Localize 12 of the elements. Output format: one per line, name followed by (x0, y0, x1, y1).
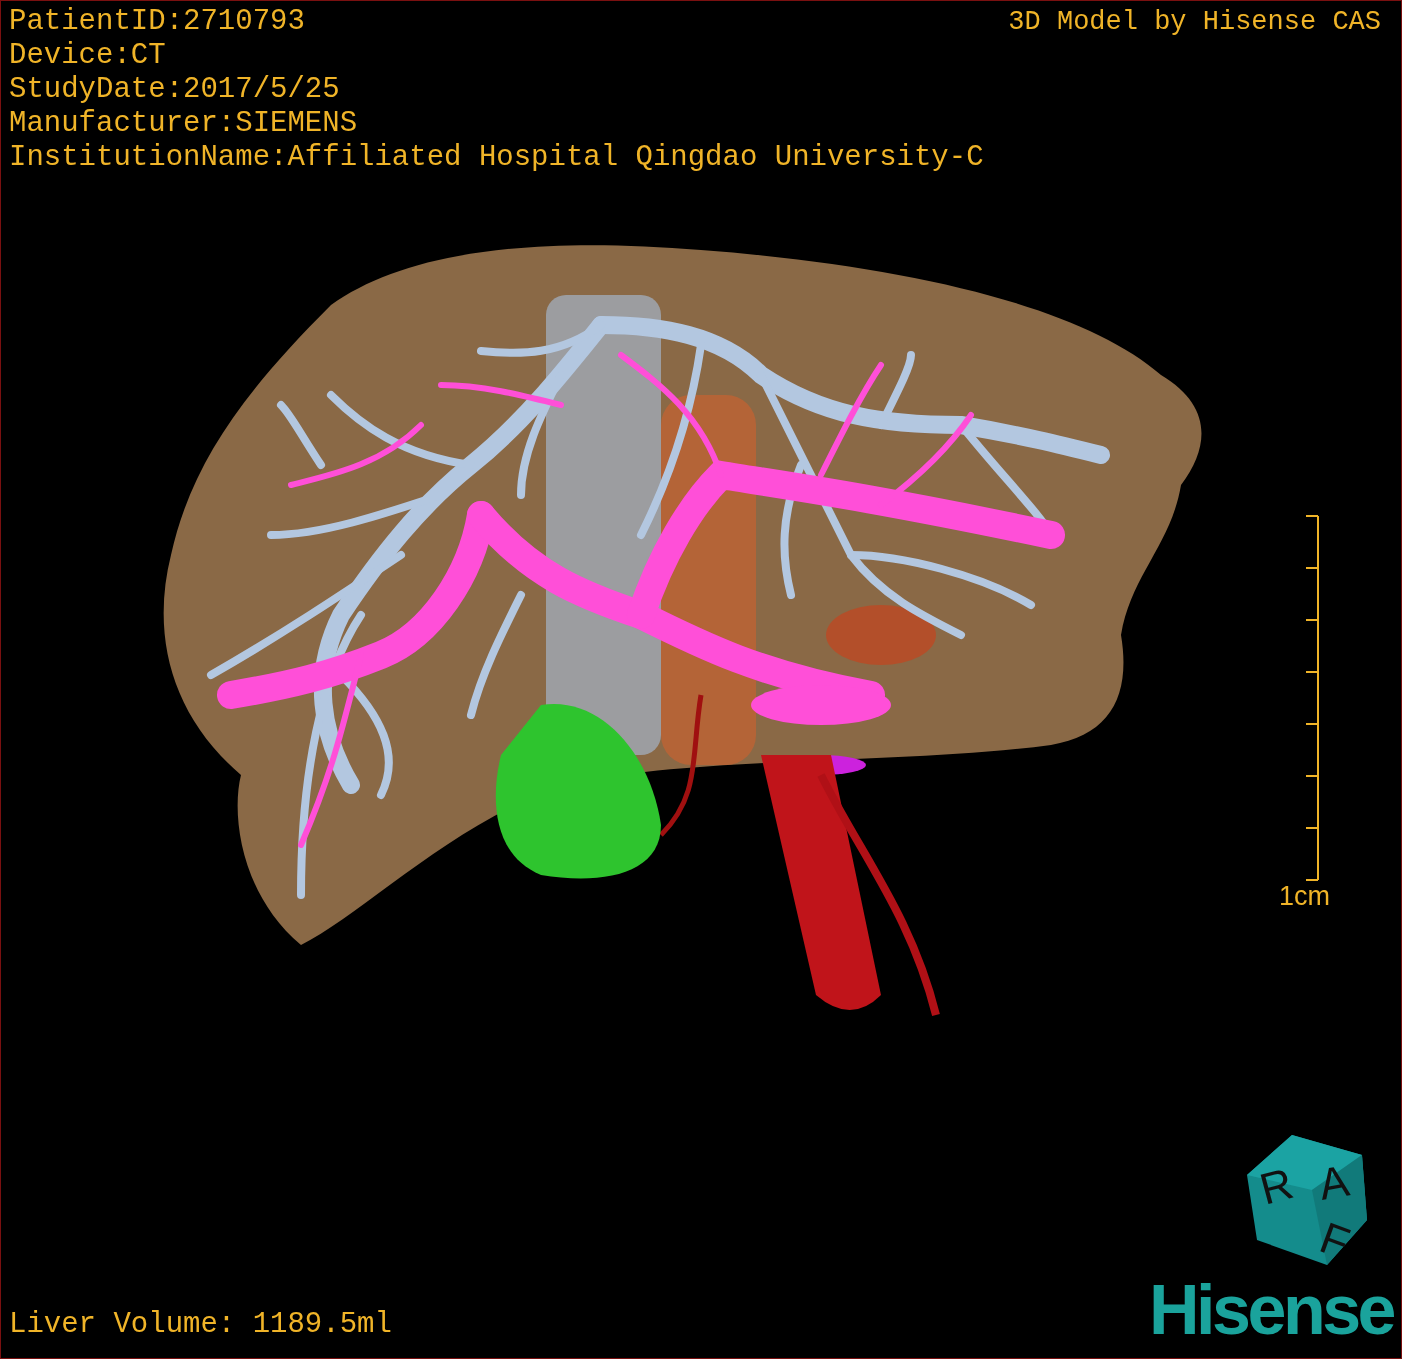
cube-face-label: A (1315, 1155, 1353, 1209)
cube-face-label: F (1313, 1212, 1356, 1268)
study-info-text: Device:CT (9, 39, 167, 73)
credit-text: 3D Model by Hisense CAS (1008, 6, 1382, 39)
study-info-text: Manufacturer:SIEMENS (9, 107, 359, 141)
cube-face-label: R (1254, 1158, 1299, 1214)
study-info-text: InstitutionName:Affiliated Hospital Qingdao University-C (9, 141, 984, 175)
study-info-text: PatientID:2710793 (9, 5, 306, 39)
study-info-text: StudyDate:2017/5/25 (9, 73, 341, 107)
liver-volume-text: Liver Volume: 1189.5ml (8, 1308, 392, 1343)
logo: Hisense (1149, 1270, 1395, 1351)
scale-label: 1cm (1279, 881, 1330, 911)
